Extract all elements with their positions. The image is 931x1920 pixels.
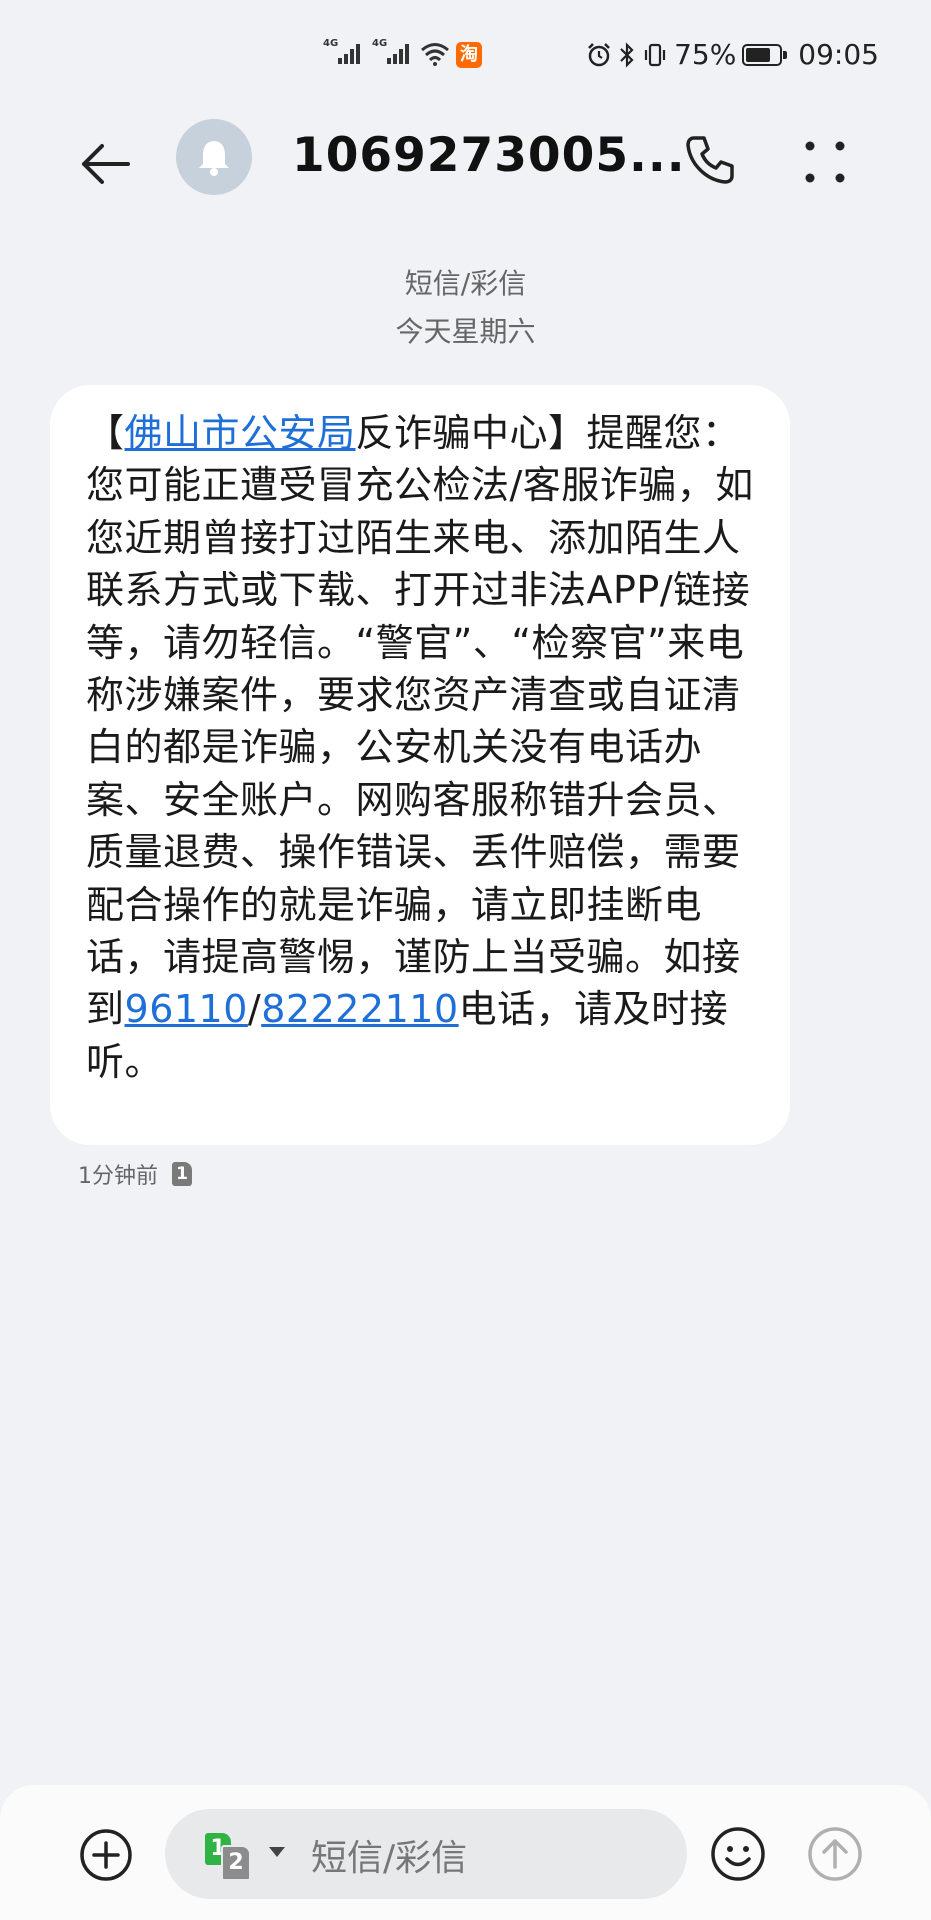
message-meta: 1分钟前 1 xyxy=(78,1158,192,1190)
back-arrow-icon[interactable] xyxy=(76,134,136,194)
sim-card-icon: 1 xyxy=(172,1162,192,1186)
message-text-segment: / xyxy=(247,987,262,1032)
message-bubble[interactable]: 【佛山市公安局反诈骗中心】提醒您：您可能正遭受冒充公检法/客服诈骗，如您近期曾接… xyxy=(50,385,790,1145)
date-separator: 今天星期六 xyxy=(395,315,536,348)
message-link[interactable]: 佛山市公安局 xyxy=(125,411,356,455)
signal-icon xyxy=(387,42,409,64)
dropdown-caret-icon[interactable] xyxy=(269,1847,285,1857)
message-time: 1分钟前 xyxy=(78,1164,158,1189)
message-text-segment: 【 xyxy=(86,411,125,455)
phone-icon[interactable] xyxy=(680,130,740,190)
more-vertical-icon[interactable] xyxy=(800,132,850,192)
vibrate-icon xyxy=(644,43,666,66)
status-right-group: 75% 09:05 xyxy=(586,38,879,71)
sim-selector[interactable]: 1 2 xyxy=(205,1833,257,1881)
composer-bar: 1 2 短信/彩信 xyxy=(0,1785,931,1920)
sim1-network-label: 4G xyxy=(323,38,339,49)
contact-title[interactable]: 1069273005... xyxy=(292,128,686,183)
sim2-network-label: 4G xyxy=(372,38,388,49)
message-text-segment: 反诈骗中心】提醒您：您可能正遭受冒充公检法/客服诈骗，如您近期曾接打过陌生来电、… xyxy=(86,411,754,1032)
battery-level-fill xyxy=(746,47,771,62)
status-time: 09:05 xyxy=(798,38,879,71)
message-link[interactable]: 82222110 xyxy=(261,987,458,1031)
message-link[interactable]: 96110 xyxy=(125,987,248,1031)
input-placeholder: 短信/彩信 xyxy=(311,1838,468,1879)
message-type-label: 短信/彩信 xyxy=(404,267,527,300)
battery-percent: 75% xyxy=(674,38,737,71)
bell-icon xyxy=(199,141,229,176)
alarm-icon xyxy=(588,42,610,66)
emoji-icon[interactable] xyxy=(709,1825,767,1883)
status-bar: 4G 4G 淘 75% 09:05 xyxy=(0,0,931,110)
sim2-icon: 2 xyxy=(221,1845,251,1881)
send-icon[interactable] xyxy=(806,1825,864,1883)
conversation-header: 1069273005... xyxy=(0,110,931,210)
bluetooth-icon xyxy=(620,41,634,68)
add-icon[interactable] xyxy=(78,1827,134,1883)
avatar[interactable] xyxy=(176,119,252,195)
battery-icon xyxy=(742,43,788,66)
signal-icon xyxy=(338,42,360,64)
message-text: 【佛山市公安局反诈骗中心】提醒您：您可能正遭受冒充公检法/客服诈骗，如您近期曾接… xyxy=(86,407,756,1088)
wifi-icon xyxy=(421,43,449,66)
message-input[interactable]: 1 2 短信/彩信 xyxy=(165,1809,687,1899)
taobao-icon: 淘 xyxy=(456,42,482,68)
